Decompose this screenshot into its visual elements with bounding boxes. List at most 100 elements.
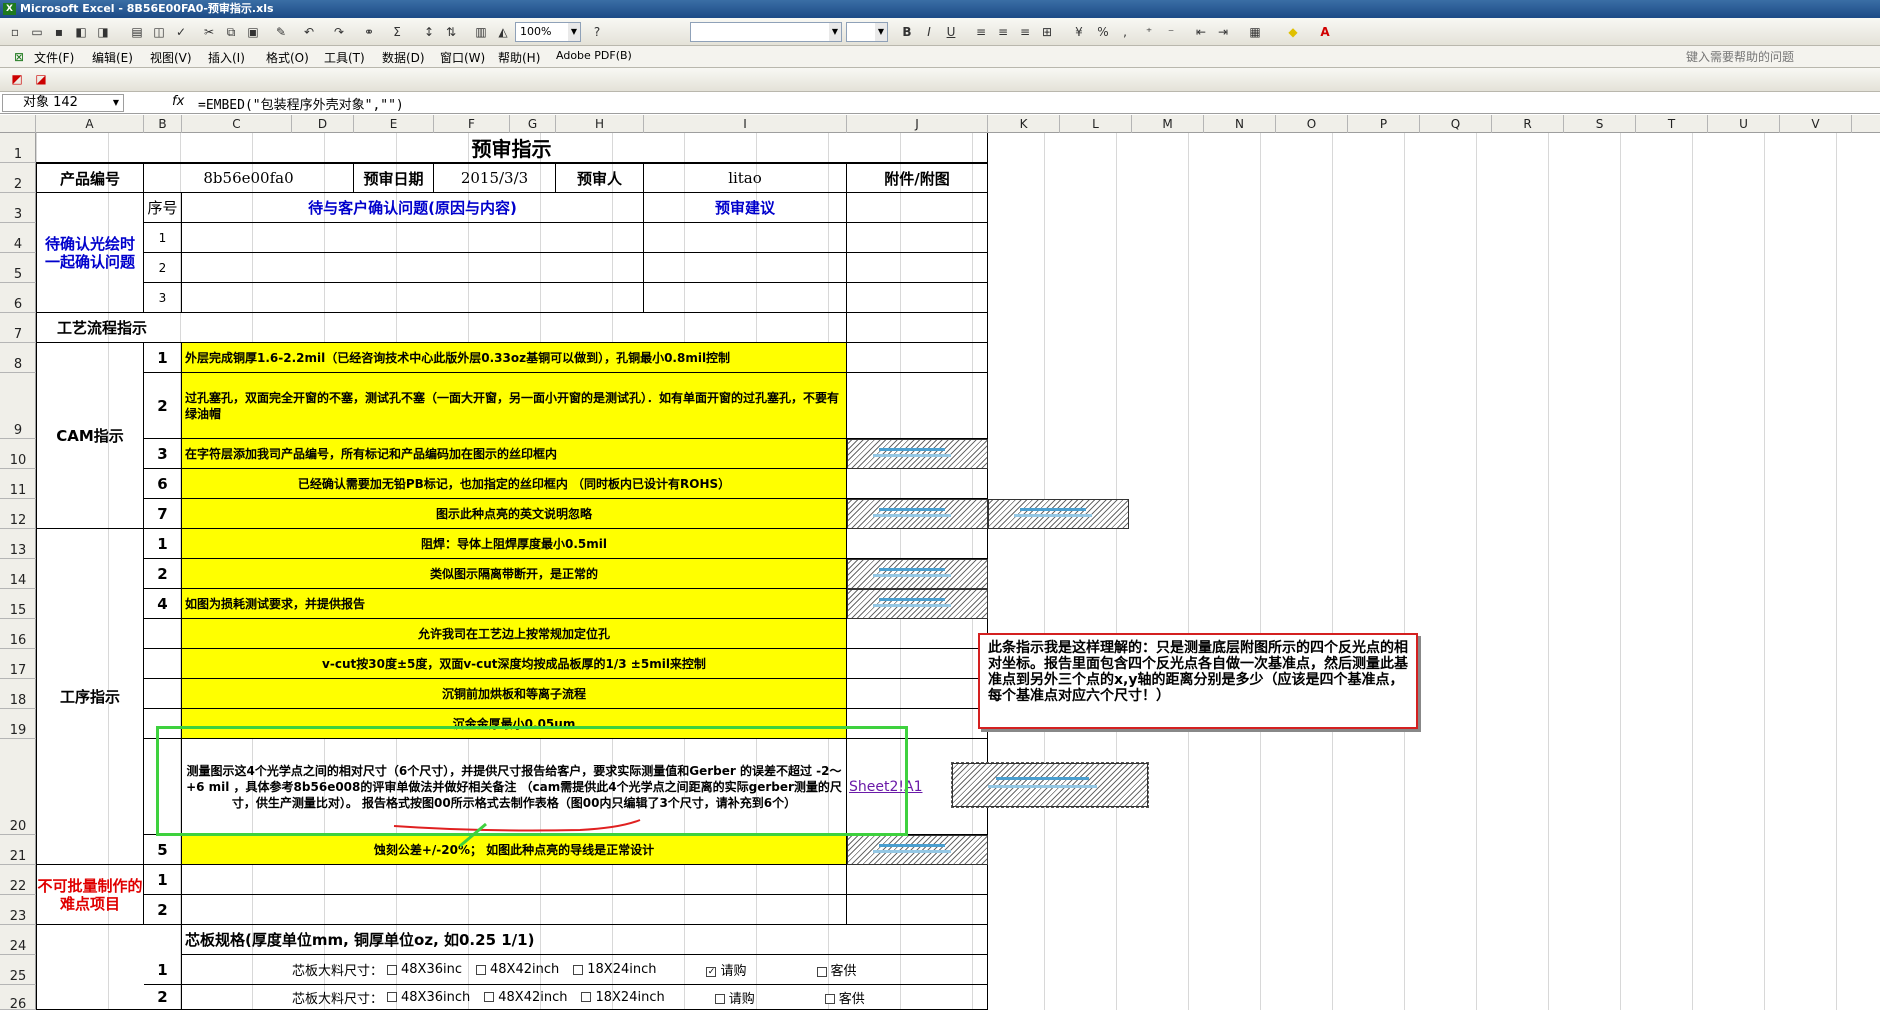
percent-icon[interactable]: %	[1094, 23, 1112, 41]
column-header[interactable]: O	[1276, 115, 1348, 133]
workbook-icon[interactable]: ⊠	[10, 48, 28, 66]
worksheet-grid[interactable]: 预审指示 产品编号 8b56e00fa0 预审日期 2015/3/3 预审人 l…	[36, 133, 1880, 1010]
core-option-checkbox[interactable]: 48X36inc	[387, 962, 462, 977]
column-header[interactable]: A	[36, 115, 144, 133]
core-row[interactable]: 芯板大料尺寸： 48X36inc 48X42inch 18X24inch ✓ 请购…	[182, 955, 988, 985]
embedded-object[interactable]	[847, 589, 988, 619]
core-option-checkbox[interactable]: 客供	[824, 988, 865, 1007]
proc-item-no[interactable]	[144, 679, 182, 709]
row-header[interactable]: 14	[0, 559, 36, 589]
menu-insert[interactable]: 插入(I)	[208, 49, 245, 66]
pdf-icon[interactable]: ◧	[72, 23, 90, 41]
row-header[interactable]: 3	[0, 193, 36, 223]
borders-icon[interactable]: ▦	[1246, 23, 1264, 41]
attachment-cell[interactable]	[847, 253, 988, 283]
process-flow-label[interactable]: 工艺流程指示	[36, 313, 847, 343]
column-header[interactable]: N	[1204, 115, 1276, 133]
name-box[interactable]: 对象 142 ▼	[2, 94, 124, 112]
attachment-cell[interactable]	[847, 865, 988, 895]
redo-icon[interactable]: ↷	[330, 23, 348, 41]
cam-item-no[interactable]: 3	[144, 439, 182, 469]
row-header[interactable]: 2	[0, 163, 36, 193]
print-icon[interactable]: ▤	[128, 23, 146, 41]
row-header[interactable]: 6	[0, 283, 36, 313]
row-header[interactable]: 22	[0, 865, 36, 895]
cam-item-no[interactable]: 6	[144, 469, 182, 499]
currency-icon[interactable]: ¥	[1070, 23, 1088, 41]
core-row-no[interactable]: 2	[144, 985, 182, 1010]
font-size-select[interactable]: ▼	[846, 22, 888, 42]
increase-decimal-icon[interactable]: ⁺	[1140, 23, 1158, 41]
attachment-cell[interactable]	[847, 223, 988, 253]
attachment-cell[interactable]	[847, 373, 988, 439]
underline-icon[interactable]: U	[942, 23, 960, 41]
embedded-object[interactable]	[847, 835, 988, 865]
copy-icon[interactable]: ⧉	[222, 23, 240, 41]
embedded-object[interactable]	[847, 499, 988, 529]
cam-label[interactable]: CAM指示	[36, 343, 144, 529]
proc-item-no[interactable]: 5	[144, 835, 182, 865]
row-header[interactable]: 25	[0, 955, 36, 985]
column-header[interactable]: S	[1564, 115, 1636, 133]
proc-item-text[interactable]: 沉铜前加烘板和等离子流程	[182, 679, 847, 709]
row-header[interactable]: 5	[0, 253, 36, 283]
product-no-value[interactable]: 8b56e00fa0	[144, 163, 354, 193]
font-name-select[interactable]: ▼	[690, 22, 842, 42]
merge-center-icon[interactable]: ⊞	[1038, 23, 1056, 41]
menu-format[interactable]: 格式(O)	[266, 49, 309, 66]
column-header[interactable]: L	[1060, 115, 1132, 133]
decrease-decimal-icon[interactable]: ⁻	[1162, 23, 1180, 41]
proc-item-no[interactable]	[144, 619, 182, 649]
open-file-icon[interactable]: ▭	[28, 23, 46, 41]
permission-icon[interactable]: ◨	[94, 23, 112, 41]
attachment-cell[interactable]	[847, 619, 988, 649]
row-header[interactable]: 10	[0, 439, 36, 469]
italic-icon[interactable]: I	[920, 23, 938, 41]
proc-item-text[interactable]: 允许我司在工艺边上按常规加定位孔	[182, 619, 847, 649]
column-header[interactable]: T	[1636, 115, 1708, 133]
menu-adobe-pdf[interactable]: Adobe PDF(B)	[556, 49, 632, 62]
cam-item-text[interactable]: 在字符层添加我司产品编号，所有标记和产品编码加在图示的丝印框内	[182, 439, 847, 469]
row-header[interactable]: 16	[0, 619, 36, 649]
menu-view[interactable]: 视图(V)	[150, 49, 192, 66]
column-header[interactable]: I	[644, 115, 847, 133]
core-option-checkbox[interactable]: 48X36inch	[387, 990, 470, 1005]
attachment-cell[interactable]	[847, 283, 988, 313]
font-color-icon[interactable]: A	[1316, 23, 1334, 41]
zoom-select[interactable]: 100% ▼	[515, 22, 581, 42]
suggest-cell[interactable]	[644, 283, 847, 313]
formula-input[interactable]: =EMBED("包装程序外壳对象","")	[198, 94, 404, 113]
attachment-cell[interactable]	[847, 313, 988, 343]
chart-wizard-icon[interactable]: ▥	[472, 23, 490, 41]
issue-cell[interactable]	[182, 253, 644, 283]
proc-item-text[interactable]: 阻焊：导体上阻焊厚度最小0.5mil	[182, 529, 847, 559]
confirm-row-no[interactable]: 1	[144, 223, 182, 253]
column-header[interactable]: E	[354, 115, 434, 133]
format-painter-icon[interactable]: ✎	[272, 23, 290, 41]
paste-icon[interactable]: ▣	[244, 23, 262, 41]
attachment-cell[interactable]	[847, 343, 988, 373]
autosum-icon[interactable]: Σ	[388, 23, 406, 41]
row-header[interactable]: 7	[0, 313, 36, 343]
pdf-email-icon[interactable]: ◪	[32, 70, 50, 88]
row-header[interactable]: 21	[0, 835, 36, 865]
align-right-icon[interactable]: ≡	[1016, 23, 1034, 41]
review-date-label[interactable]: 预审日期	[354, 163, 434, 193]
review-date-value[interactable]: 2015/3/3	[434, 163, 556, 193]
core-option-checkbox[interactable]: 请购	[714, 988, 755, 1007]
cam-item-text[interactable]: 已经确认需要加无铅PB标记，也加指定的丝印框内 （同时板内已设计有ROHS）	[182, 469, 847, 499]
cam-item-no[interactable]: 2	[144, 373, 182, 439]
align-left-icon[interactable]: ≡	[972, 23, 990, 41]
row-header[interactable]: 18	[0, 679, 36, 709]
column-header[interactable]: H	[556, 115, 644, 133]
cam-item-no[interactable]: 1	[144, 343, 182, 373]
core-option-checkbox[interactable]: 48X42inch	[476, 962, 559, 977]
bold-icon[interactable]: B	[898, 23, 916, 41]
row-header[interactable]: 1	[0, 133, 36, 163]
row-header[interactable]: 11	[0, 469, 36, 499]
menu-tools[interactable]: 工具(T)	[324, 49, 365, 66]
proc-item-text[interactable]: 如图为损耗测试要求，并提供报告	[182, 589, 847, 619]
suggest-cell[interactable]	[644, 253, 847, 283]
column-header[interactable]: J	[847, 115, 988, 133]
save-icon[interactable]: ▪	[50, 23, 68, 41]
